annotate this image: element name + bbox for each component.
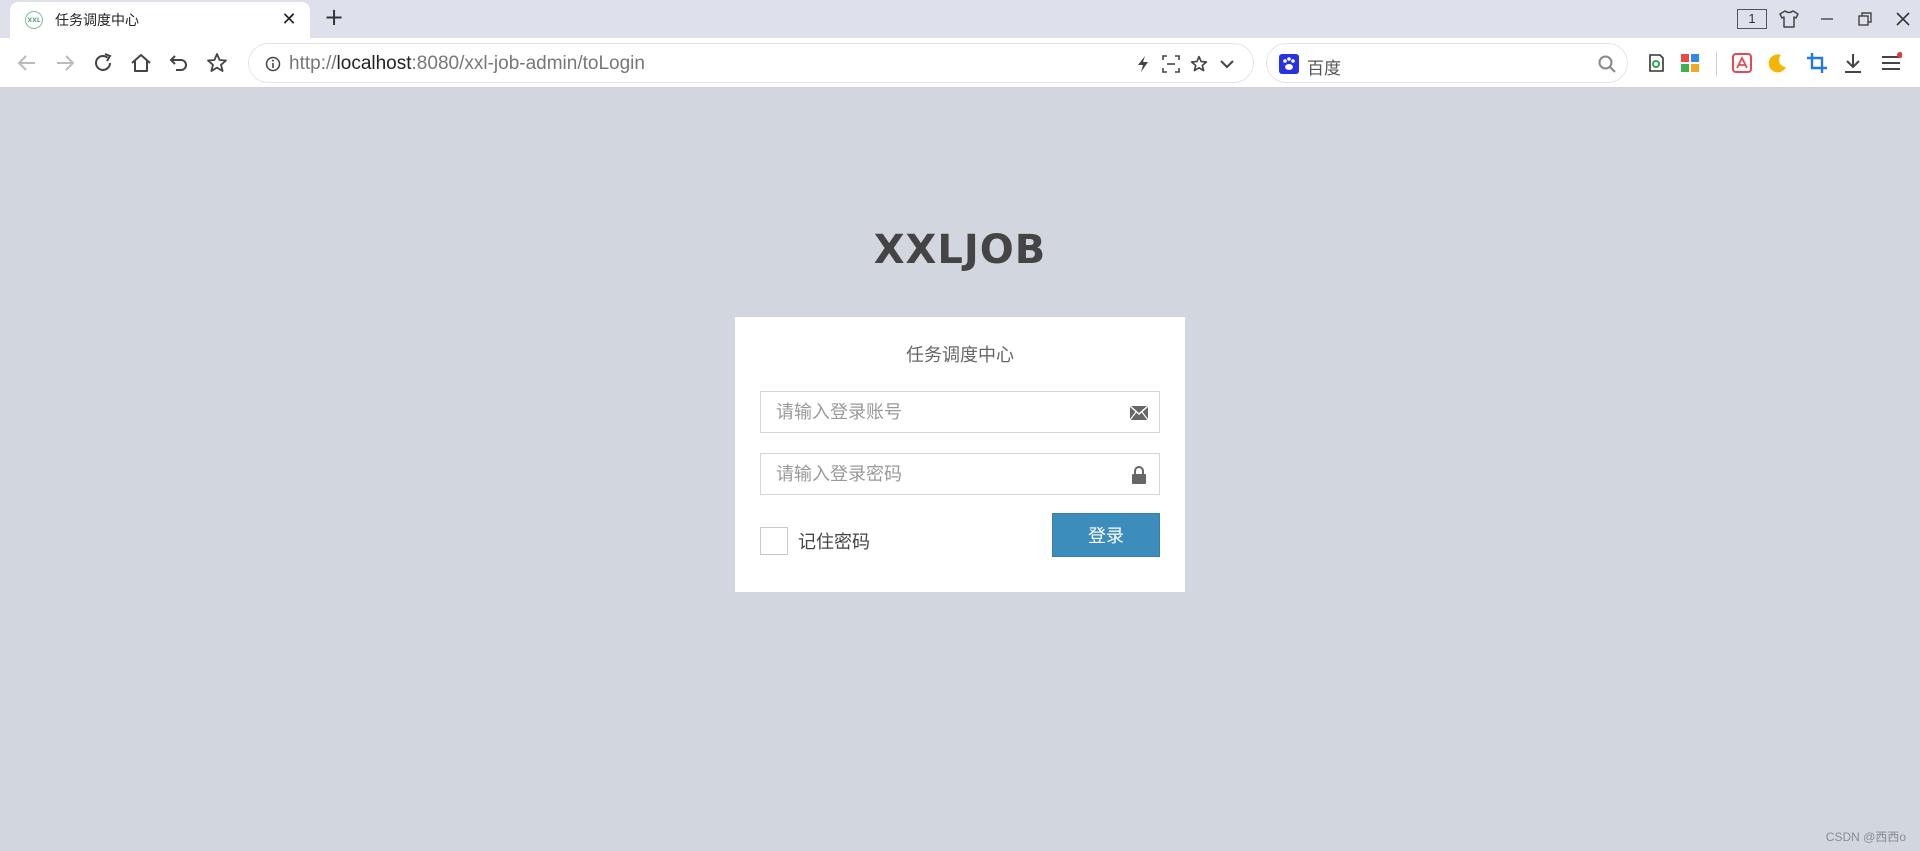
url-path: :8080/xxl-job-admin/toLogin <box>411 53 645 74</box>
close-tab-icon[interactable]: ✕ <box>280 11 298 29</box>
tab-title: 任务调度中心 <box>55 13 139 29</box>
url-scheme: http:// <box>289 53 337 74</box>
lock-icon <box>1129 465 1149 485</box>
login-box-message: 任务调度中心 <box>906 345 1014 366</box>
lightning-icon[interactable] <box>1133 54 1153 74</box>
star-icon[interactable] <box>204 50 230 76</box>
login-button[interactable]: 登录 <box>1052 513 1160 557</box>
crop-icon[interactable] <box>1804 50 1830 76</box>
remember-me-checkbox[interactable] <box>760 527 788 555</box>
pdf-icon[interactable] <box>1729 50 1755 76</box>
home-icon[interactable] <box>128 50 154 76</box>
arrow-right-icon[interactable] <box>52 50 78 76</box>
login-page: XXLJOB 任务调度中心 记住密码 登录 CSDN @西西o <box>0 89 1920 851</box>
restore-icon[interactable] <box>1852 6 1878 32</box>
browser-tab[interactable]: XXL 任务调度中心 ✕ <box>10 2 310 38</box>
url-text[interactable]: http://localhost:8080/xxl-job-admin/toLo… <box>289 53 645 75</box>
login-box: 任务调度中心 记住密码 登录 <box>735 317 1185 592</box>
extension-green-icon[interactable] <box>1643 50 1669 76</box>
browser-toolbar: http://localhost:8080/xxl-job-admin/toLo… <box>0 38 1920 88</box>
xxl-favicon-icon: XXL <box>25 11 43 29</box>
search-engine-label: 百度 <box>1307 59 1341 79</box>
arrow-left-icon[interactable] <box>14 50 40 76</box>
site-info-icon[interactable] <box>265 56 281 72</box>
night-mode-moon-icon[interactable] <box>1764 50 1790 76</box>
search-bar[interactable]: 百度 <box>1266 43 1628 83</box>
skin-shirt-icon[interactable] <box>1776 6 1802 32</box>
watermark: CSDN @西西o <box>1825 830 1906 844</box>
download-icon[interactable] <box>1840 50 1866 76</box>
url-host: localhost <box>336 53 412 74</box>
screenshot-icon[interactable] <box>1161 54 1181 74</box>
search-icon[interactable] <box>1597 54 1617 74</box>
address-bar[interactable]: http://localhost:8080/xxl-job-admin/toLo… <box>248 43 1254 83</box>
new-tab-button[interactable]: + <box>322 5 346 30</box>
remember-me[interactable]: 记住密码 <box>760 527 870 555</box>
chevron-down-icon[interactable] <box>1217 54 1237 74</box>
minimize-icon[interactable] <box>1814 6 1840 32</box>
remember-me-label: 记住密码 <box>798 532 870 553</box>
close-window-icon[interactable] <box>1890 6 1916 32</box>
baidu-paw-icon <box>1279 54 1299 74</box>
password-input[interactable] <box>761 454 1159 494</box>
password-field <box>760 453 1160 495</box>
toolbar-separator <box>1716 52 1717 76</box>
logo-title: XXLJOB <box>873 227 1047 273</box>
username-input[interactable] <box>761 392 1159 432</box>
apps-grid-icon[interactable] <box>1677 50 1703 76</box>
envelope-icon <box>1129 403 1149 423</box>
tab-count: 1 <box>1737 9 1767 29</box>
menu-icon[interactable] <box>1878 50 1904 76</box>
tab-count-button[interactable]: 1 <box>1736 6 1768 32</box>
bookmark-star-icon[interactable] <box>1189 54 1209 74</box>
reload-icon[interactable] <box>90 50 116 76</box>
undo-icon[interactable] <box>166 50 192 76</box>
tab-strip: XXL 任务调度中心 ✕ + 1 <box>0 0 1920 38</box>
username-field <box>760 391 1160 433</box>
